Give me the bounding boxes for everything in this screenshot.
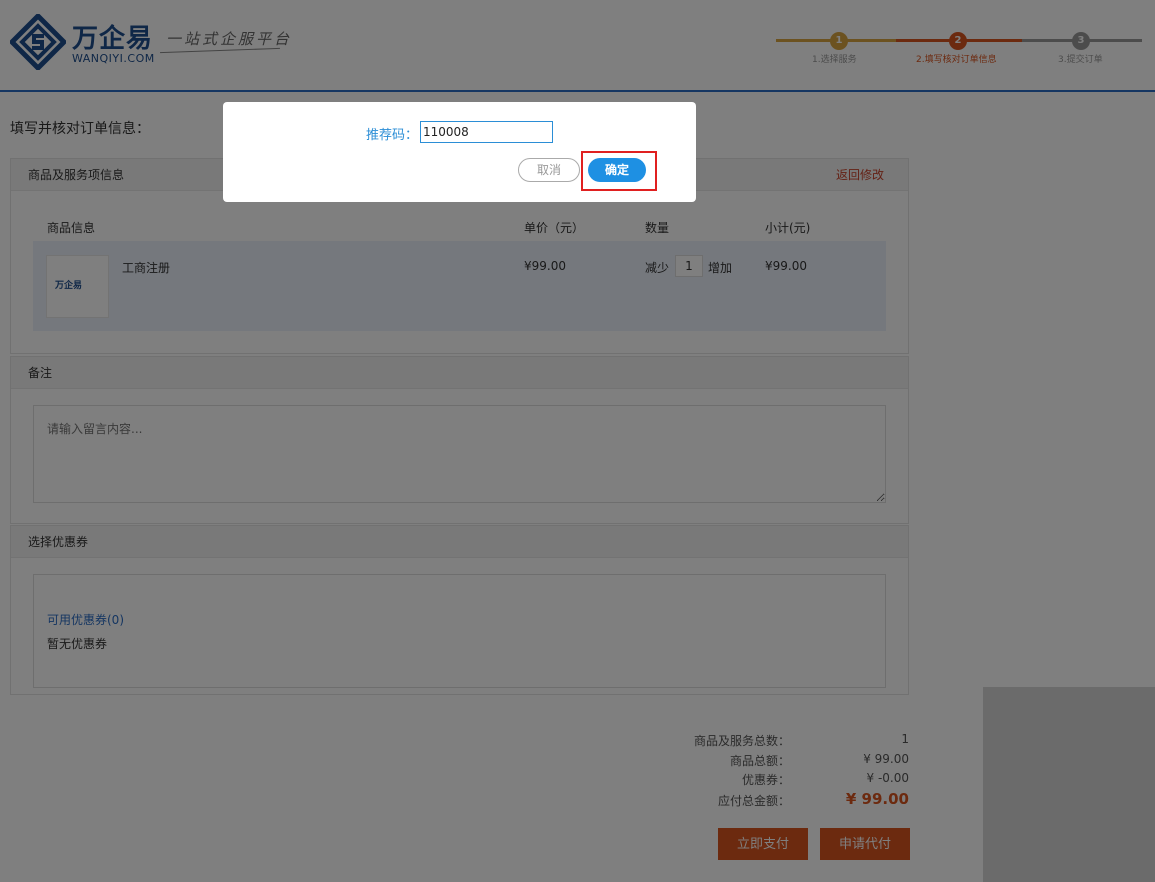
cancel-button[interactable]: 取消	[518, 158, 580, 182]
referral-code-dialog: 推荐码： 取消 确定	[223, 102, 696, 202]
referral-code-input[interactable]	[420, 121, 553, 143]
confirm-button-highlight-box	[581, 151, 657, 191]
referral-code-label: 推荐码：	[366, 128, 419, 143]
